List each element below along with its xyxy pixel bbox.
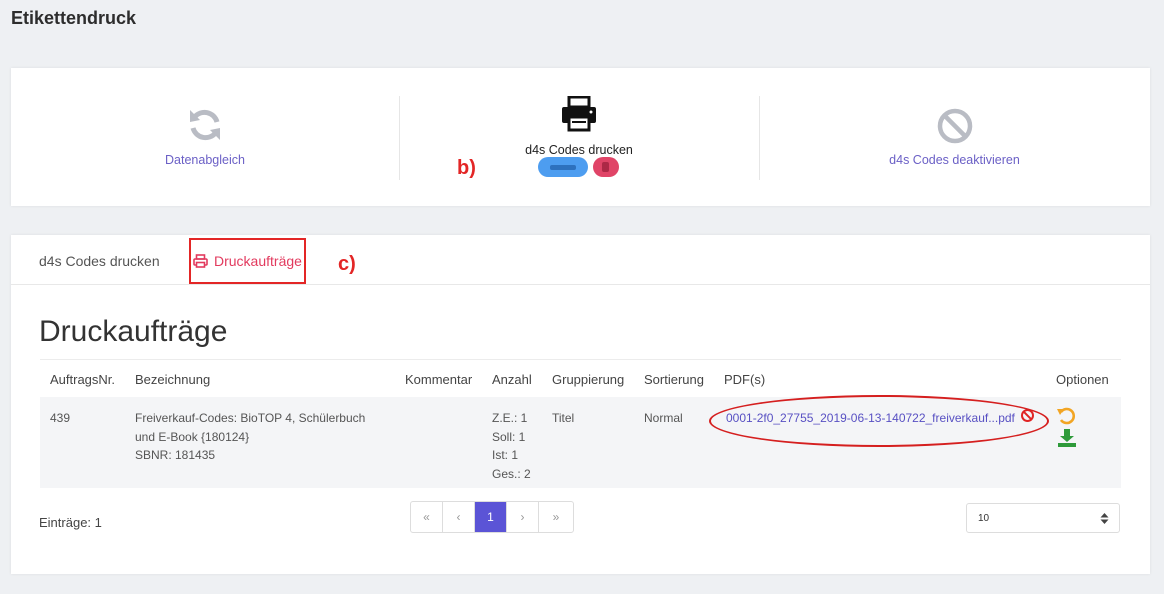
jobs-card: d4s Codes drucken Druckaufträge c) Druck… [11,235,1150,574]
action-card: Datenabgleich d4s Codes drucken b) d4s C… [11,68,1150,206]
annotation-c: c) [338,253,356,275]
job-number: 439 [50,411,71,425]
next-page-button[interactable]: › [507,502,539,532]
table-header: AuftragsNr. Bezeichnung Kommentar Anzahl… [40,359,1121,398]
description-line: SBNR: 181435 [135,448,216,462]
page-title: Etikettendruck [11,8,137,28]
pagination: « ‹ 1 › » [410,501,574,533]
col-header[interactable]: AuftragsNr. [50,372,115,387]
job-description: Freiverkauf-Codes: BioTOP 4, Schülerbuch… [135,409,365,465]
count-badge-red [593,157,619,177]
quantity-line: Ges.: 2 [492,466,531,481]
print-codes-action[interactable]: d4s Codes drucken [399,68,759,206]
job-grouping: Titel [552,411,575,425]
description-line: und E-Book {180124} [135,429,250,444]
col-header[interactable]: Anzahl [492,372,532,387]
quantity-line: Ist: 1 [492,448,519,462]
col-header[interactable]: Sortierung [644,372,704,387]
sync-action[interactable]: Datenabgleich [11,68,399,206]
sync-icon [186,106,224,149]
annotation-ellipse [709,395,1049,447]
sync-label: Datenabgleich [165,153,245,167]
print-jobs-table: AuftragsNr. Bezeichnung Kommentar Anzahl… [40,359,1121,488]
undo-icon[interactable] [1056,407,1076,430]
annotation-b: b) [457,157,476,179]
print-codes-label: d4s Codes drucken [525,143,633,157]
page-size-value: 10 [978,513,990,524]
quantity-line: Soll: 1 [492,429,526,444]
tab-print-codes[interactable]: d4s Codes drucken [39,253,160,269]
count-badge [538,157,588,177]
first-page-button[interactable]: « [411,502,443,532]
col-header[interactable]: PDF(s) [724,372,765,387]
page-button-current[interactable]: 1 [475,502,507,532]
col-header[interactable]: Bezeichnung [135,372,210,387]
printer-icon [560,95,598,137]
sort-arrows-icon [1100,512,1109,530]
job-quantity: Z.E.: 1 Soll: 1 Ist: 1 Ges.: 2 [492,409,531,483]
last-page-button[interactable]: » [539,502,573,532]
quantity-line: Z.E.: 1 [492,411,528,425]
job-sorting: Normal [644,411,683,425]
annotation-box [189,238,306,284]
description-line: Freiverkauf-Codes: BioTOP 4, Schülerbuch [135,411,366,425]
deactivate-label: d4s Codes deaktivieren [889,153,1020,167]
col-header[interactable]: Gruppierung [552,372,624,387]
page-size-select[interactable]: 10 [966,503,1120,533]
deactivate-codes-action[interactable]: d4s Codes deaktivieren [759,68,1150,206]
tab-bar: d4s Codes drucken Druckaufträge c) [11,235,1150,285]
col-header[interactable]: Optionen [1056,372,1109,387]
entries-count: Einträge: 1 [39,515,102,530]
ban-icon [937,108,973,149]
col-header[interactable]: Kommentar [405,372,472,387]
section-title: Druckaufträge [39,315,228,348]
download-icon[interactable] [1057,429,1077,452]
prev-page-button[interactable]: ‹ [443,502,475,532]
